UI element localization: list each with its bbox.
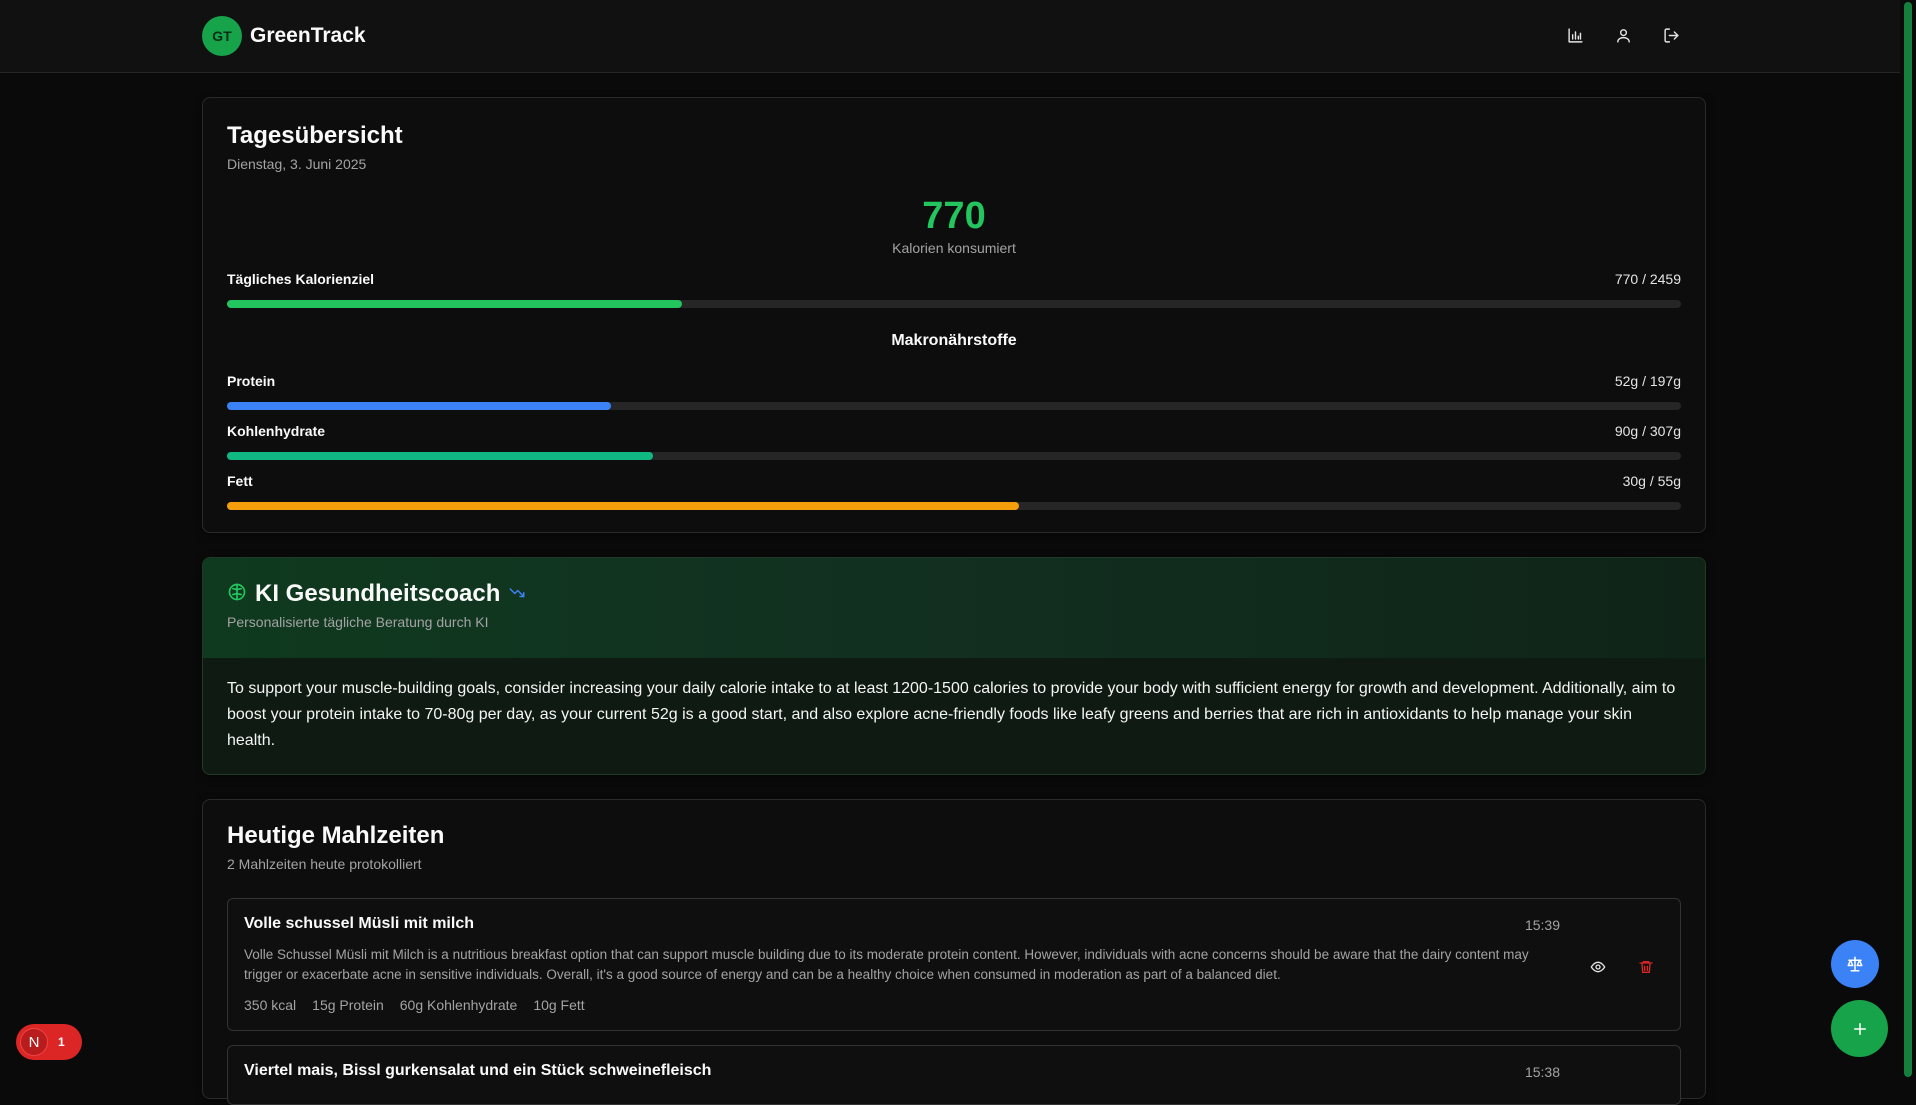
view-meal-button[interactable] bbox=[1588, 957, 1608, 977]
macro-value-fat: 30g / 55g bbox=[1622, 473, 1681, 489]
meal-kcal: 350 kcal bbox=[244, 997, 297, 1013]
user-icon[interactable] bbox=[1612, 24, 1634, 46]
dev-issues-badge[interactable]: N 1 bbox=[16, 1024, 82, 1060]
macro-progress-fill-carbs bbox=[227, 452, 654, 460]
macro-progress-fill-protein bbox=[227, 402, 611, 410]
app-logo: GT bbox=[202, 16, 242, 56]
macro-label-fat: Fett bbox=[227, 473, 253, 489]
overview-date: Dienstag, 3. Juni 2025 bbox=[227, 156, 367, 172]
daily-overview-card: Tagesübersicht Dienstag, 3. Juni 2025 77… bbox=[202, 97, 1706, 533]
page-scrollbar[interactable] bbox=[1900, 0, 1916, 1079]
bar-chart-icon[interactable] bbox=[1564, 24, 1586, 46]
logout-icon[interactable] bbox=[1660, 24, 1682, 46]
macros-title: Makronährstoffe bbox=[891, 332, 1017, 349]
delete-meal-button[interactable] bbox=[1636, 957, 1656, 977]
trash-icon bbox=[1639, 961, 1653, 973]
ai-coach-advice: To support your muscle-building goals, c… bbox=[227, 680, 1676, 749]
ai-coach-title-row: KI Gesundheitscoach bbox=[227, 580, 1681, 608]
ai-coach-title: KI Gesundheitscoach bbox=[255, 580, 501, 607]
calorie-goal-progress bbox=[227, 300, 1681, 308]
scale-icon bbox=[1847, 956, 1863, 972]
top-header: GT GreenTrack bbox=[0, 0, 1900, 73]
meal-time: 15:39 bbox=[1524, 917, 1560, 933]
macro-label-protein: Protein bbox=[227, 373, 276, 389]
ai-coach-subtitle: Personalisierte tägliche Beratung durch … bbox=[227, 614, 489, 630]
macro-row-carbs: Kohlenhydrate 90g / 307g bbox=[227, 423, 1681, 439]
calorie-goal-progress-fill bbox=[227, 300, 683, 308]
dev-logo-icon: N bbox=[20, 1028, 48, 1056]
meal-nutrition: 350 kcal 15g Protein 60g Kohlenhydrate 1… bbox=[244, 997, 1664, 1013]
calorie-goal-row: Tägliches Kalorienziel 770 / 2459 bbox=[227, 271, 1681, 287]
calorie-goal-value: 770 / 2459 bbox=[1614, 271, 1681, 287]
calories-value: 770 bbox=[922, 195, 986, 237]
macro-value-protein: 52g / 197g bbox=[1614, 373, 1681, 389]
calorie-goal-label: Tägliches Kalorienziel bbox=[227, 271, 375, 287]
brain-icon bbox=[227, 582, 247, 607]
eye-icon bbox=[1590, 961, 1606, 973]
meal-name: Volle schussel Müsli mit milch bbox=[244, 915, 474, 932]
calories-label: Kalorien konsumiert bbox=[892, 240, 1016, 256]
todays-meals-card: Heutige Mahlzeiten 2 Mahlzeiten heute pr… bbox=[202, 799, 1706, 1105]
trending-icon bbox=[508, 583, 526, 606]
app-name: GreenTrack bbox=[250, 24, 366, 47]
dev-issues-count: 1 bbox=[58, 1035, 65, 1049]
meals-title: Heutige Mahlzeiten bbox=[227, 822, 445, 849]
header-actions bbox=[1564, 24, 1682, 46]
brand[interactable]: GT GreenTrack bbox=[202, 16, 366, 56]
meal-description: Volle Schussel Müsli mit Milch is a nutr… bbox=[244, 947, 1529, 982]
ai-coach-card: KI Gesundheitscoach Personalisierte tägl… bbox=[202, 557, 1706, 775]
macro-value-carbs: 90g / 307g bbox=[1614, 423, 1681, 439]
meal-time: 15:38 bbox=[1524, 1064, 1560, 1080]
calories-summary: 770 Kalorien konsumiert bbox=[203, 194, 1705, 256]
meals-subtitle: 2 Mahlzeiten heute protokolliert bbox=[227, 856, 422, 872]
macro-progress-fat bbox=[227, 502, 1681, 510]
plus-icon bbox=[1853, 1022, 1866, 1035]
weight-log-button[interactable] bbox=[1831, 940, 1879, 988]
meal-protein: 15g Protein bbox=[312, 997, 384, 1013]
overview-title: Tagesübersicht bbox=[227, 122, 403, 149]
macro-progress-carbs bbox=[227, 452, 1681, 460]
macro-progress-fill-fat bbox=[227, 502, 1020, 510]
meal-fat: 10g Fett bbox=[533, 997, 585, 1013]
macro-label-carbs: Kohlenhydrate bbox=[227, 423, 326, 439]
scrollbar-thumb[interactable] bbox=[1904, 2, 1912, 1077]
ai-coach-header: KI Gesundheitscoach Personalisierte tägl… bbox=[203, 558, 1705, 658]
macro-row-fat: Fett 30g / 55g bbox=[227, 473, 1681, 489]
meal-item[interactable]: Viertel mais, Bissl gurkensalat und ein … bbox=[227, 1045, 1681, 1105]
macro-row-protein: Protein 52g / 197g bbox=[227, 373, 1681, 389]
meal-carbs: 60g Kohlenhydrate bbox=[399, 997, 518, 1013]
meal-name: Viertel mais, Bissl gurkensalat und ein … bbox=[244, 1062, 712, 1079]
macro-progress-protein bbox=[227, 402, 1681, 410]
add-meal-button[interactable] bbox=[1831, 1000, 1888, 1057]
meal-item[interactable]: Volle schussel Müsli mit milch 15:39 Vol… bbox=[227, 898, 1681, 1031]
